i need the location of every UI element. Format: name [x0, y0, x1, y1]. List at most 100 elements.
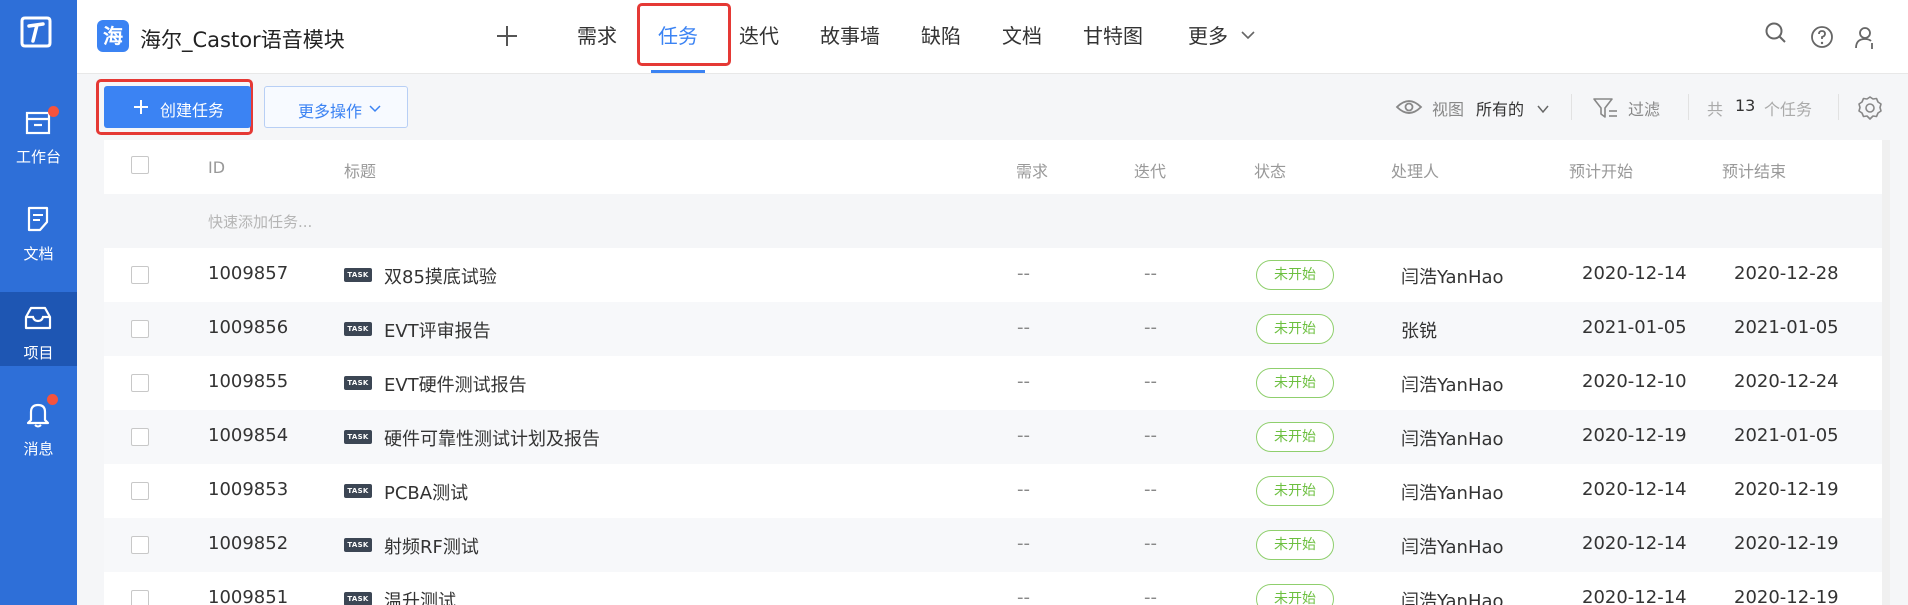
column-header-requirement[interactable]: 需求 — [1016, 158, 1048, 182]
table-row[interactable]: 1009851 TASK 温升测试 -- -- 未开始 闫浩YanHao 202… — [104, 572, 1882, 605]
tab-documents[interactable]: 文档 — [1002, 20, 1042, 49]
status-badge[interactable]: 未开始 — [1256, 314, 1334, 344]
task-requirement: -- — [1017, 317, 1030, 338]
row-checkbox[interactable] — [131, 320, 149, 338]
task-title[interactable]: 温升测试 — [384, 587, 456, 605]
task-iteration: -- — [1144, 479, 1157, 500]
status-badge[interactable]: 未开始 — [1256, 476, 1334, 506]
row-checkbox[interactable] — [131, 374, 149, 392]
task-end-date[interactable]: 2020-12-28 — [1734, 263, 1839, 284]
row-checkbox[interactable] — [131, 536, 149, 554]
settings-gear-icon[interactable] — [1857, 95, 1883, 121]
sidebar-item-messages[interactable]: 消息 — [0, 388, 77, 462]
tab-defects[interactable]: 缺陷 — [921, 20, 961, 49]
tab-gantt[interactable]: 甘特图 — [1083, 20, 1143, 49]
task-assignee[interactable]: 闫浩YanHao — [1401, 371, 1504, 397]
task-title[interactable]: EVT评审报告 — [384, 317, 491, 343]
task-id: 1009852 — [208, 533, 289, 554]
task-title[interactable]: 双85摸底试验 — [384, 263, 497, 289]
select-all-checkbox[interactable] — [131, 156, 149, 174]
chevron-down-icon[interactable] — [1536, 102, 1550, 116]
tab-more[interactable]: 更多 — [1188, 20, 1228, 49]
task-start-date[interactable]: 2020-12-14 — [1582, 479, 1687, 500]
column-header-title[interactable]: 标题 — [344, 158, 376, 182]
status-badge[interactable]: 未开始 — [1256, 530, 1334, 560]
task-title[interactable]: EVT硬件测试报告 — [384, 371, 527, 397]
status-badge[interactable]: 未开始 — [1256, 260, 1334, 290]
search-icon[interactable] — [1763, 20, 1789, 46]
notification-dot — [48, 106, 59, 117]
task-assignee[interactable]: 闫浩YanHao — [1401, 587, 1504, 605]
sidebar-item-docs[interactable]: 文档 — [0, 193, 77, 267]
row-checkbox[interactable] — [131, 266, 149, 284]
view-select-value[interactable]: 所有的 — [1476, 96, 1524, 120]
project-name[interactable]: 海尔_Castor语音模块 — [140, 24, 345, 54]
column-header-status[interactable]: 状态 — [1254, 158, 1286, 182]
task-assignee[interactable]: 闫浩YanHao — [1401, 425, 1504, 451]
row-checkbox[interactable] — [131, 428, 149, 446]
task-end-date[interactable]: 2021-01-05 — [1734, 317, 1839, 338]
row-checkbox[interactable] — [131, 590, 149, 605]
column-header-start-date[interactable]: 预计开始 — [1569, 158, 1633, 182]
filter-icon[interactable] — [1592, 96, 1618, 120]
status-badge[interactable]: 未开始 — [1256, 422, 1334, 452]
task-title[interactable]: 射频RF测试 — [384, 533, 479, 559]
task-end-date[interactable]: 2020-12-19 — [1734, 587, 1839, 605]
status-badge[interactable]: 未开始 — [1256, 584, 1334, 605]
row-checkbox[interactable] — [131, 482, 149, 500]
table-row[interactable]: 1009854 TASK 硬件可靠性测试计划及报告 -- -- 未开始 闫浩Ya… — [104, 410, 1882, 464]
task-end-date[interactable]: 2021-01-05 — [1734, 425, 1839, 446]
user-icon[interactable] — [1853, 24, 1879, 50]
task-type-tag: TASK — [344, 376, 372, 390]
task-end-date[interactable]: 2020-12-24 — [1734, 371, 1839, 392]
task-end-date[interactable]: 2020-12-19 — [1734, 479, 1839, 500]
task-start-date[interactable]: 2020-12-14 — [1582, 533, 1687, 554]
app-logo-icon[interactable] — [19, 15, 53, 49]
task-assignee[interactable]: 张锐 — [1401, 317, 1437, 343]
sidebar-item-workbench[interactable]: 工作台 — [0, 96, 77, 170]
table-row[interactable]: 1009853 TASK PCBA测试 -- -- 未开始 闫浩YanHao 2… — [104, 464, 1882, 518]
create-task-button[interactable]: 创建任务 — [104, 86, 251, 128]
task-start-date[interactable]: 2020-12-19 — [1582, 425, 1687, 446]
active-tab-indicator — [651, 70, 705, 73]
help-icon[interactable] — [1809, 24, 1835, 50]
task-assignee[interactable]: 闫浩YanHao — [1401, 263, 1504, 289]
task-start-date[interactable]: 2020-12-10 — [1582, 371, 1687, 392]
task-iteration: -- — [1144, 371, 1157, 392]
task-start-date[interactable]: 2020-12-14 — [1582, 263, 1687, 284]
task-assignee[interactable]: 闫浩YanHao — [1401, 533, 1504, 559]
table-row[interactable]: 1009852 TASK 射频RF测试 -- -- 未开始 闫浩YanHao 2… — [104, 518, 1882, 572]
tab-iterations[interactable]: 迭代 — [739, 20, 779, 49]
view-label[interactable]: 视图 — [1432, 96, 1464, 120]
sidebar-item-project[interactable]: 项目 — [0, 292, 77, 366]
tab-story-wall[interactable]: 故事墙 — [820, 20, 880, 49]
column-header-id[interactable]: ID — [208, 158, 225, 177]
column-header-end-date[interactable]: 预计结束 — [1722, 158, 1786, 182]
status-badge[interactable]: 未开始 — [1256, 368, 1334, 398]
task-title[interactable]: PCBA测试 — [384, 479, 468, 505]
eye-icon[interactable] — [1395, 97, 1423, 117]
tab-requirements[interactable]: 需求 — [577, 20, 617, 49]
project-icon — [24, 306, 52, 330]
task-assignee[interactable]: 闫浩YanHao — [1401, 479, 1504, 505]
table-row[interactable]: 1009855 TASK EVT硬件测试报告 -- -- 未开始 闫浩YanHa… — [104, 356, 1882, 410]
column-header-assignee[interactable]: 处理人 — [1391, 158, 1439, 182]
project-badge[interactable]: 海 — [97, 20, 129, 52]
task-start-date[interactable]: 2021-01-05 — [1582, 317, 1687, 338]
task-start-date[interactable]: 2020-12-14 — [1582, 587, 1687, 605]
more-operations-label: 更多操作 — [298, 102, 363, 121]
quick-add-task-input[interactable]: 快速添加任务... — [104, 194, 1882, 248]
table-row[interactable]: 1009856 TASK EVT评审报告 -- -- 未开始 张锐 2021-0… — [104, 302, 1882, 356]
column-header-iteration[interactable]: 迭代 — [1134, 158, 1166, 182]
more-operations-button[interactable]: 更多操作 — [264, 86, 408, 128]
task-requirement: -- — [1017, 263, 1030, 284]
add-icon[interactable] — [489, 18, 525, 54]
chevron-down-icon[interactable] — [1240, 27, 1256, 43]
task-type-tag: TASK — [344, 592, 372, 605]
table-scrollbar[interactable] — [1882, 140, 1890, 605]
divider — [1571, 94, 1572, 120]
task-end-date[interactable]: 2020-12-19 — [1734, 533, 1839, 554]
filter-label[interactable]: 过滤 — [1628, 96, 1660, 120]
task-title[interactable]: 硬件可靠性测试计划及报告 — [384, 425, 600, 451]
table-row[interactable]: 1009857 TASK 双85摸底试验 -- -- 未开始 闫浩YanHao … — [104, 248, 1882, 302]
